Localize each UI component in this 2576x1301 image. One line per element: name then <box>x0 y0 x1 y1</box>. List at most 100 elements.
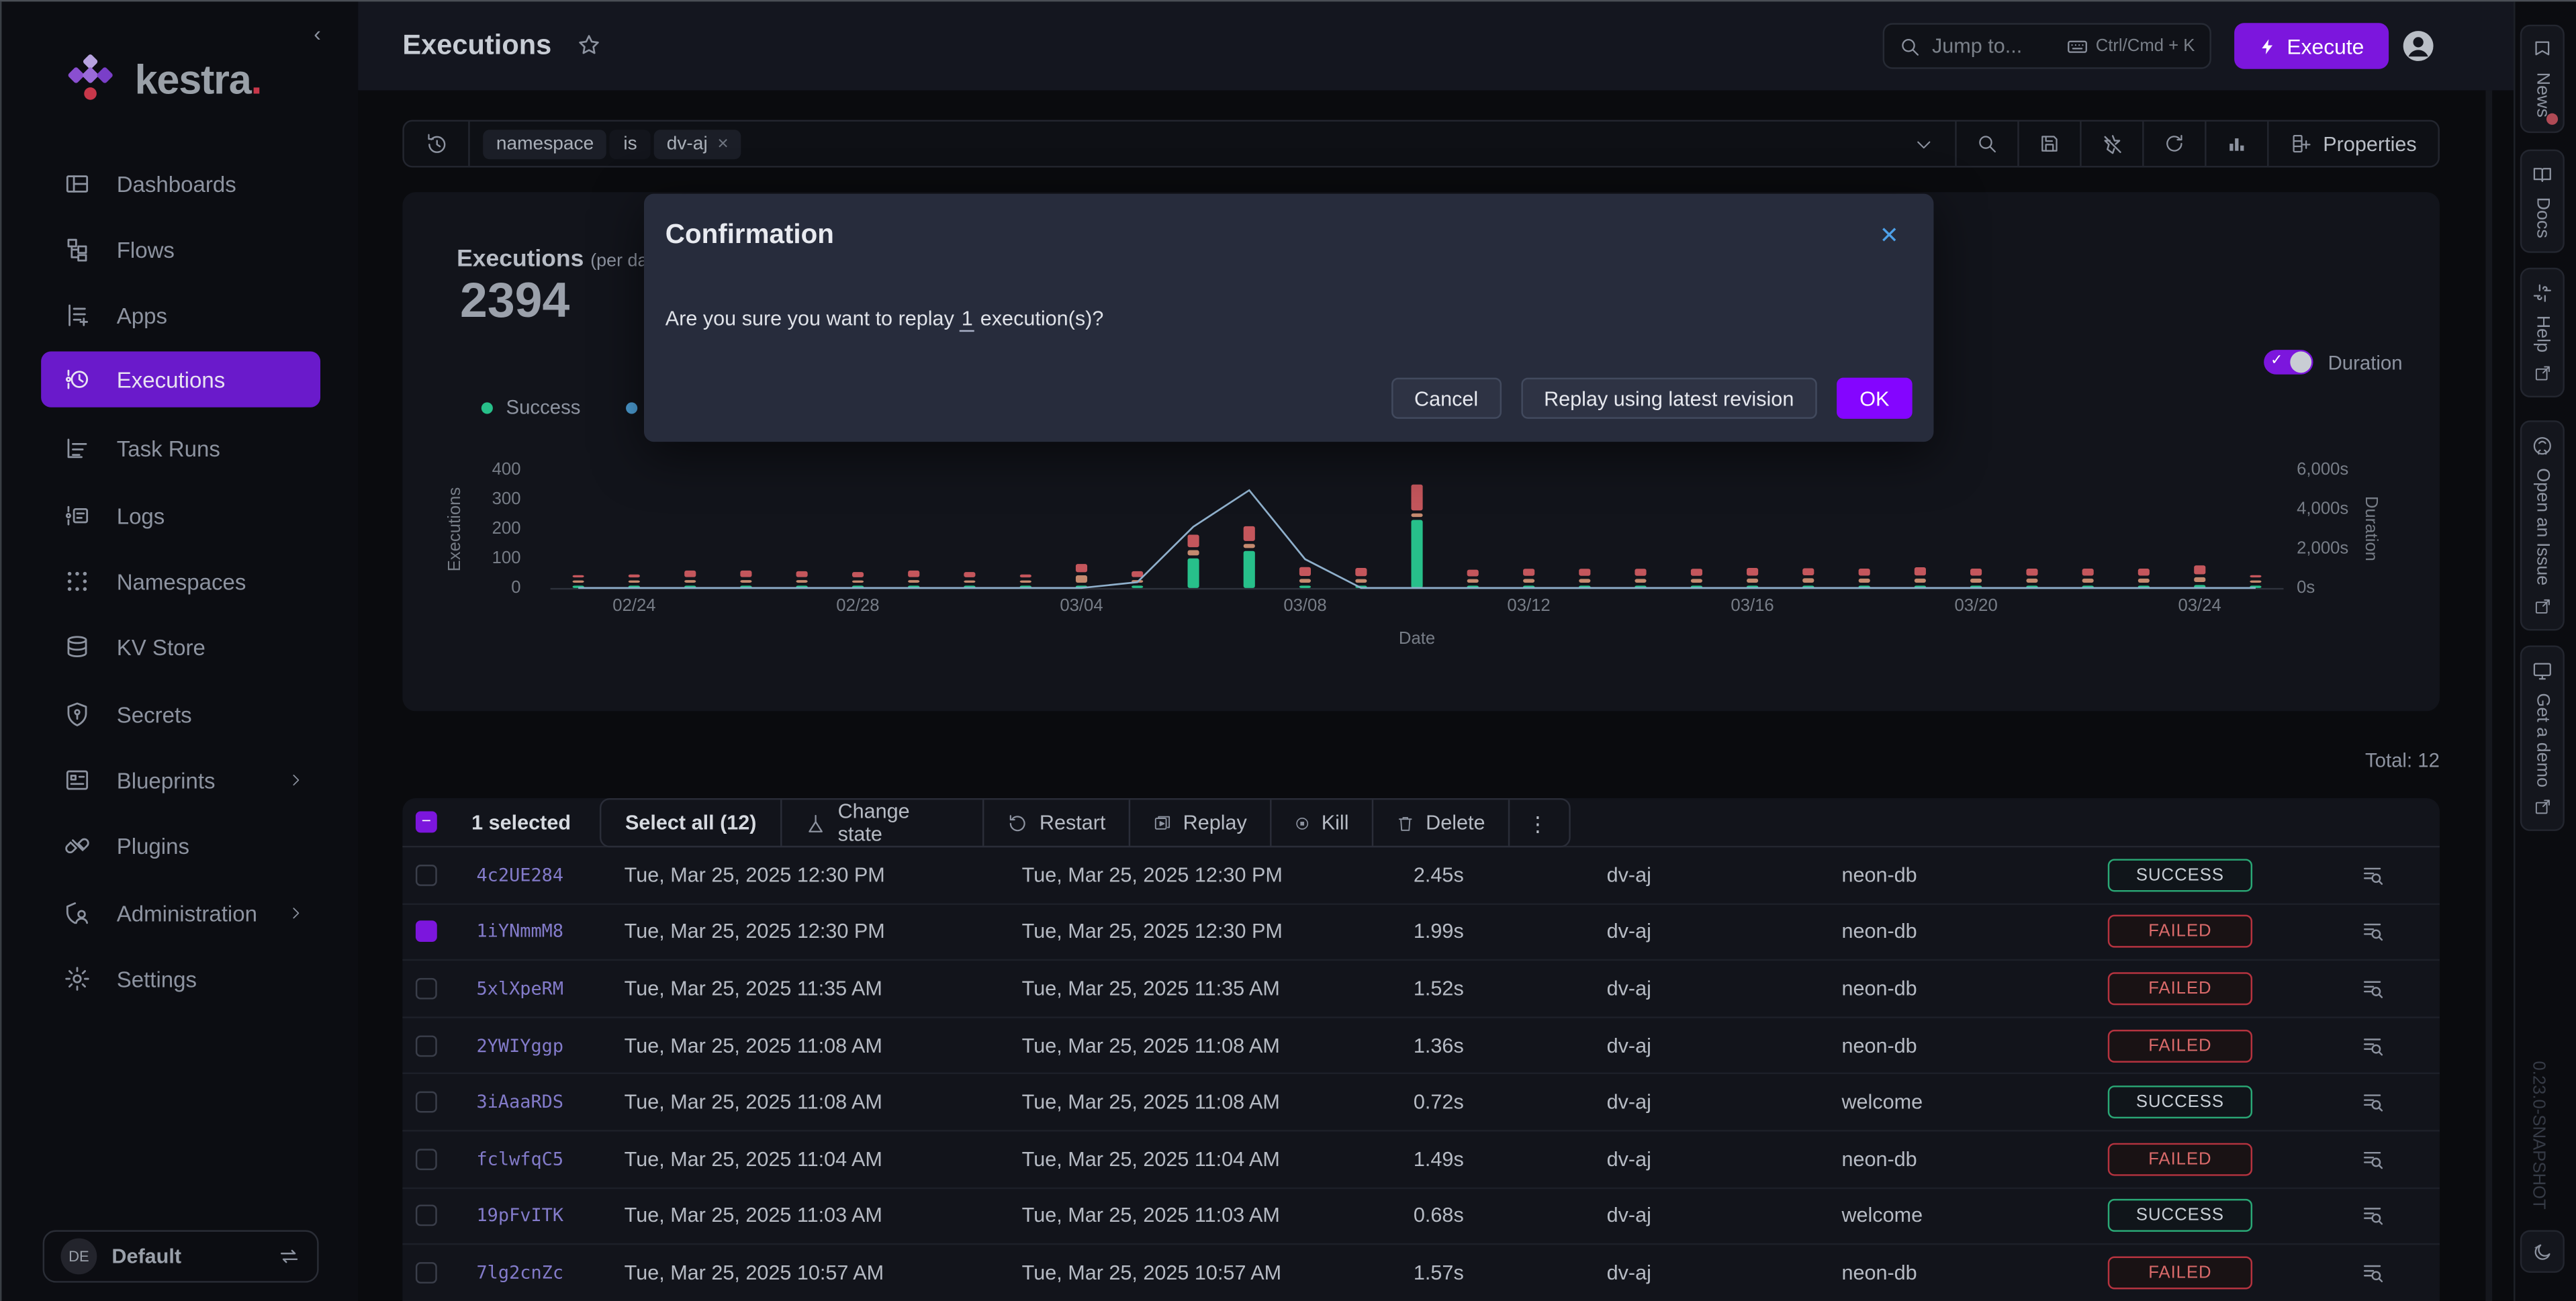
sidebar-item-executions[interactable]: Executions <box>41 352 320 407</box>
sidebar-item-plugins[interactable]: Plugins <box>41 818 320 873</box>
table-row[interactable]: 7lg2cnZc Tue, Mar 25, 2025 10:57 AM Tue,… <box>402 1245 2440 1301</box>
logs-icon <box>64 503 90 529</box>
execution-overview-icon[interactable] <box>2361 863 2384 886</box>
table-row[interactable]: 1iYNmmM8 Tue, Mar 25, 2025 12:30 PM Tue,… <box>402 904 2440 961</box>
get-demo-tab[interactable]: Get a demo <box>2520 645 2565 832</box>
execution-id-link[interactable]: 4c2UE284 <box>476 865 563 886</box>
duration-toggle-switch[interactable]: ✓ <box>2264 350 2313 375</box>
execution-overview-icon[interactable] <box>2361 1204 2384 1227</box>
table-row[interactable]: fclwfqC5 Tue, Mar 25, 2025 11:04 AM Tue,… <box>402 1132 2440 1189</box>
row-checkbox[interactable] <box>416 921 437 943</box>
delete-button[interactable]: Delete <box>1373 800 1510 846</box>
help-tab[interactable]: Help <box>2520 268 2565 397</box>
namespace-cell: dv-aj <box>1607 1204 1651 1227</box>
save-filter-button[interactable] <box>2017 122 2080 166</box>
disable-triggers-button[interactable] <box>2080 122 2142 166</box>
restart-button[interactable]: Restart <box>984 800 1130 846</box>
sidebar-item-blueprints[interactable]: Blueprints <box>41 752 320 808</box>
open-issue-tab[interactable]: Open an Issue <box>2520 420 2565 630</box>
sidebar-item-namespaces[interactable]: Namespaces <box>41 553 320 609</box>
properties-button[interactable]: Properties <box>2267 122 2438 166</box>
favorite-star-icon[interactable] <box>577 33 602 58</box>
executions-bar-chart[interactable] <box>551 470 2284 591</box>
legend-dot <box>627 401 638 413</box>
kv-store-icon <box>64 634 90 660</box>
sidebar-collapse-button[interactable]: ‹ <box>314 21 321 46</box>
execution-overview-icon[interactable] <box>2361 1147 2384 1170</box>
sidebar-item-label: KV Store <box>117 635 205 660</box>
table-row[interactable]: 4c2UE284 Tue, Mar 25, 2025 12:30 PM Tue,… <box>402 847 2440 904</box>
execute-button[interactable]: Execute <box>2234 23 2389 69</box>
execution-id-link[interactable]: fclwfqC5 <box>476 1149 563 1170</box>
row-checkbox[interactable] <box>416 1092 437 1113</box>
cancel-button[interactable]: Cancel <box>1391 378 1502 419</box>
execution-overview-icon[interactable] <box>2361 977 2384 1000</box>
execution-overview-icon[interactable] <box>2361 1261 2384 1284</box>
table-row[interactable]: 3iAaaRDS Tue, Mar 25, 2025 11:08 AM Tue,… <box>402 1075 2440 1132</box>
execution-id-link[interactable]: 1iYNmmM8 <box>476 921 563 943</box>
execution-id-link[interactable]: 2YWIYggp <box>476 1034 563 1056</box>
filter-dropdown-button[interactable] <box>1892 122 1955 166</box>
filter-chip-value[interactable]: dv-aj× <box>653 129 741 158</box>
execution-id-link[interactable]: 19pFvITK <box>476 1205 563 1226</box>
row-checkbox[interactable] <box>416 1205 437 1226</box>
status-badge: FAILED <box>2108 972 2252 1005</box>
tenant-switcher[interactable]: DE Default <box>43 1230 319 1282</box>
sidebar-item-secrets[interactable]: Secrets <box>41 687 320 742</box>
docs-tab[interactable]: Docs <box>2520 150 2565 253</box>
more-actions-button[interactable]: ⋮ <box>1510 800 1565 846</box>
replay-latest-revision-button[interactable]: Replay using latest revision <box>1521 378 1817 419</box>
refresh-button[interactable] <box>2142 122 2205 166</box>
filter-chip-field[interactable]: namespace <box>483 129 607 158</box>
modal-close-icon[interactable]: ✕ <box>1880 222 1899 250</box>
jump-to-search[interactable]: Jump to... Ctrl/Cmd + K <box>1883 23 2211 69</box>
select-all-checkbox[interactable]: − <box>416 812 437 833</box>
scrollbar-track[interactable] <box>2485 91 2492 1301</box>
row-checkbox[interactable] <box>416 865 437 886</box>
sidebar-item-label: Flows <box>117 238 175 262</box>
sidebar-item-logs[interactable]: Logs <box>41 488 320 544</box>
kestra-logo[interactable]: kestra. <box>61 51 262 110</box>
news-tab[interactable]: News <box>2520 25 2565 132</box>
table-row[interactable]: 2YWIYggp Tue, Mar 25, 2025 11:08 AM Tue,… <box>402 1018 2440 1075</box>
execution-overview-icon[interactable] <box>2361 1034 2384 1057</box>
execution-id-link[interactable]: 5xlXpeRM <box>476 978 563 1000</box>
filter-chip-operator[interactable]: is <box>610 129 650 158</box>
sidebar-item-flows[interactable]: Flows <box>41 222 320 277</box>
row-checkbox[interactable] <box>416 1262 437 1284</box>
table-row[interactable]: 5xlXpeRM Tue, Mar 25, 2025 11:35 AM Tue,… <box>402 961 2440 1018</box>
remove-filter-icon[interactable]: × <box>717 134 728 153</box>
sidebar-item-task-runs[interactable]: Task Runs <box>41 420 320 476</box>
sidebar-item-label: Namespaces <box>117 569 246 594</box>
execution-id-link[interactable]: 3iAaaRDS <box>476 1092 563 1113</box>
ok-button[interactable]: OK <box>1837 378 1913 419</box>
right-toolbar: News Docs Help Open an Issue Get a demo … <box>2514 1 2576 1301</box>
y-axis-right-title: Duration <box>2361 455 2381 603</box>
sidebar-item-dashboards[interactable]: Dashboards <box>41 156 320 211</box>
row-checkbox[interactable] <box>416 1034 437 1056</box>
sidebar-item-apps[interactable]: Apps <box>41 287 320 343</box>
start-date-cell: Tue, Mar 25, 2025 12:30 PM <box>625 863 885 886</box>
row-checkbox[interactable] <box>416 978 437 1000</box>
replay-button[interactable]: Replay <box>1130 800 1271 846</box>
execution-overview-icon[interactable] <box>2361 1091 2384 1114</box>
execution-overview-icon[interactable] <box>2361 920 2384 943</box>
user-avatar[interactable] <box>2400 28 2436 64</box>
toggle-charts-button[interactable] <box>2205 122 2267 166</box>
filter-search-button[interactable] <box>1955 122 2017 166</box>
execution-id-link[interactable]: 7lg2cnZc <box>476 1262 563 1284</box>
sidebar-item-administration[interactable]: Administration <box>41 885 320 941</box>
end-date-cell: Tue, Mar 25, 2025 11:03 AM <box>1022 1204 1280 1227</box>
select-all-button[interactable]: Select all (12) <box>601 800 782 846</box>
kill-button[interactable]: Kill <box>1272 800 1374 846</box>
filter-chip-group[interactable]: namespace is dv-aj× <box>483 129 741 158</box>
legend-item-success[interactable]: Success <box>481 396 581 419</box>
end-date-cell: Tue, Mar 25, 2025 12:30 PM <box>1022 920 1283 943</box>
theme-toggle-button[interactable] <box>2520 1230 2565 1273</box>
filter-history-button[interactable] <box>404 122 470 166</box>
change-state-button[interactable]: Change state <box>782 800 984 846</box>
sidebar-item-settings[interactable]: Settings <box>41 951 320 1006</box>
sidebar-item-kv-store[interactable]: KV Store <box>41 619 320 675</box>
table-row[interactable]: 19pFvITK Tue, Mar 25, 2025 11:03 AM Tue,… <box>402 1188 2440 1245</box>
row-checkbox[interactable] <box>416 1149 437 1170</box>
